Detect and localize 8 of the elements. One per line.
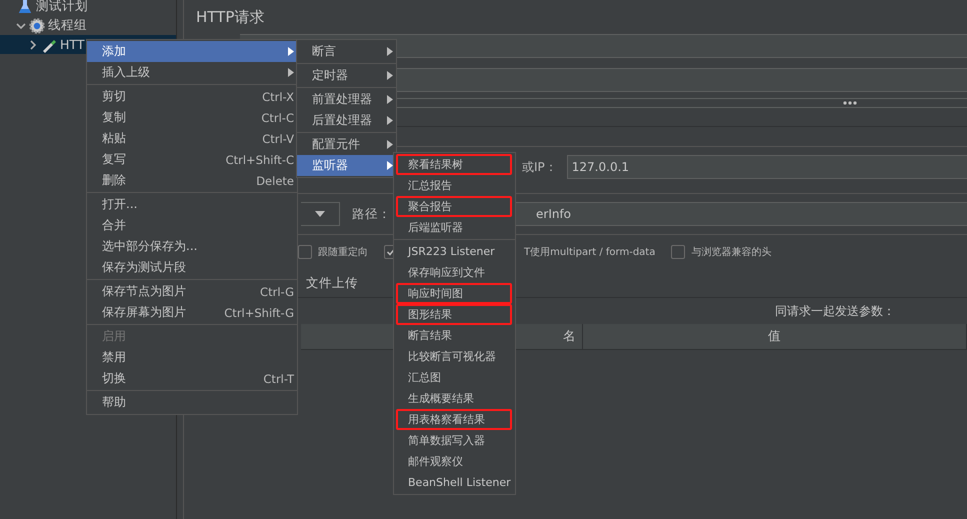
option-label: 跟随重定向 [318, 246, 368, 259]
option-label: T使用multipart / form-data [524, 246, 656, 259]
panel-title: HTTP请求 [195, 7, 266, 28]
column-header: 值 [583, 324, 967, 349]
path-label: 路径： [352, 206, 391, 222]
option-label: 与浏览器兼容的头 [691, 246, 772, 259]
host-label: 或IP： [522, 158, 557, 176]
params-caption: 同请求一起发送参数： [775, 302, 895, 320]
